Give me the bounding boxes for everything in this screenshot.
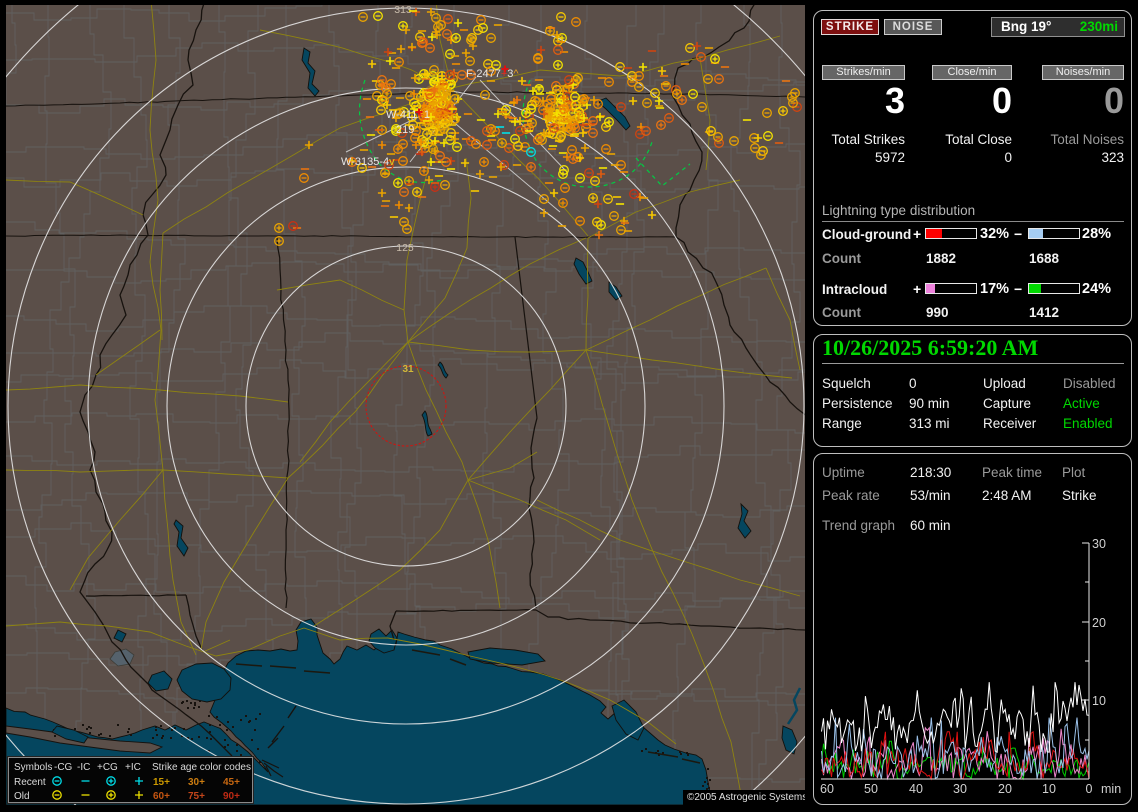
svg-text:45+: 45+ (223, 777, 240, 788)
svg-text:W-3135-4v: W-3135-4v (341, 156, 395, 168)
svg-text:60+: 60+ (153, 791, 170, 802)
svg-text:60: 60 (820, 782, 834, 796)
svg-text:30: 30 (1092, 537, 1106, 551)
svg-text:40: 40 (909, 782, 923, 796)
svg-text:Strike age color codes: Strike age color codes (152, 762, 251, 773)
svg-text:+IC: +IC (125, 762, 141, 773)
svg-text:20: 20 (1092, 616, 1106, 630)
svg-text:15+: 15+ (153, 777, 170, 788)
svg-text:Old: Old (14, 791, 30, 802)
svg-text:31: 31 (402, 364, 414, 375)
svg-text:90+: 90+ (223, 791, 240, 802)
svg-text:10: 10 (1092, 694, 1106, 708)
svg-text:Symbols: Symbols (14, 762, 52, 773)
svg-text:219: 219 (396, 124, 414, 136)
svg-text:20: 20 (998, 782, 1012, 796)
svg-text:50: 50 (864, 782, 878, 796)
svg-text:0: 0 (1086, 782, 1093, 796)
svg-text:min: min (1101, 782, 1121, 796)
svg-text:-IC: -IC (77, 762, 90, 773)
svg-text:W-411+1: W-411+1 (386, 109, 430, 121)
svg-text:10: 10 (1042, 782, 1056, 796)
svg-text:30+: 30+ (188, 777, 205, 788)
svg-text:125: 125 (396, 242, 414, 254)
svg-text:30: 30 (953, 782, 967, 796)
svg-text:75+: 75+ (188, 791, 205, 802)
svg-text:+CG: +CG (97, 762, 118, 773)
svg-text:F-2477+3^: F-2477+3^ (466, 68, 519, 80)
svg-text:-CG: -CG (54, 762, 73, 773)
svg-text:Recent: Recent (14, 777, 46, 788)
